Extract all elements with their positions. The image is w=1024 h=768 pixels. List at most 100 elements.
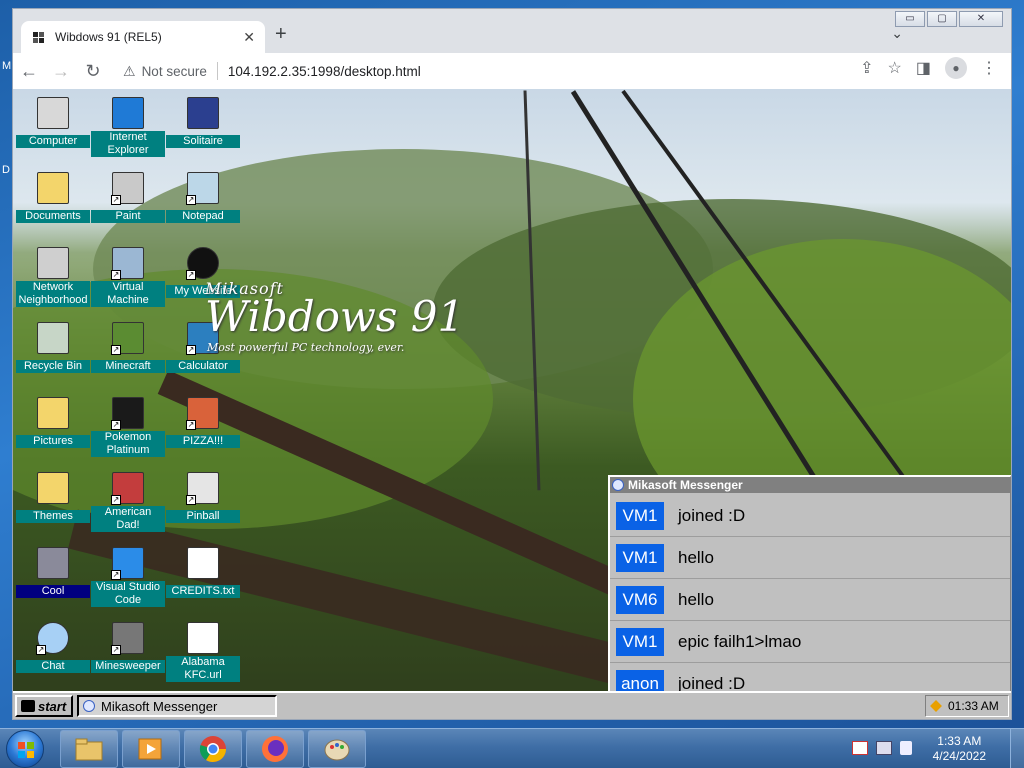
menu-kebab-icon[interactable]: ⋮ (981, 58, 997, 78)
shortcut-arrow-icon: ↗ (186, 495, 196, 505)
desktop-icon-label: Alabama KFC.url (166, 656, 240, 682)
system-tray[interactable]: 01:33 AM (925, 695, 1009, 717)
shortcut-arrow-icon: ↗ (111, 345, 121, 355)
desktop-icon-label: CREDITS.txt (166, 585, 240, 598)
start-button[interactable]: start (15, 695, 73, 717)
minecraft-icon: ↗ (111, 322, 144, 355)
messenger-titlebar[interactable]: Mikasoft Messenger (610, 477, 1010, 493)
messenger-title: Mikasoft Messenger (628, 478, 743, 492)
desktop-icon[interactable]: Recycle Bin (15, 322, 91, 374)
host-clock[interactable]: 1:33 AM 4/24/2022 (933, 734, 986, 764)
wibdows-logo: Mikasoft Wibdows 91 Most powerful PC tec… (205, 279, 464, 354)
shortcut-arrow-icon: ↗ (111, 195, 121, 205)
documents-folder-icon (37, 172, 69, 204)
pinned-explorer[interactable] (60, 730, 118, 768)
desktop-icon[interactable]: ↗ Paint (90, 172, 166, 224)
desktop-icon[interactable]: Cool (15, 547, 91, 599)
messenger-window[interactable]: Mikasoft Messenger VM1 joined :D VM1 hello V… (608, 475, 1011, 697)
taskbar-button-label: Mikasoft Messenger (101, 698, 218, 714)
warning-icon[interactable]: ⚠ (123, 63, 136, 80)
text-file-icon (187, 547, 219, 579)
back-button[interactable]: ← (13, 57, 45, 85)
side-panel-icon[interactable]: ◨ (916, 58, 931, 78)
desktop-icon-label: Minesweeper (91, 660, 165, 673)
action-center-icon[interactable] (852, 741, 868, 755)
computer-icon (37, 97, 69, 129)
shortcut-arrow-icon: ↗ (186, 195, 196, 205)
volume-icon[interactable] (900, 741, 912, 755)
desktop-icon[interactable]: Solitaire (165, 97, 241, 149)
wibdows-favicon-icon (33, 32, 44, 43)
message-row: VM1 joined :D (610, 495, 1010, 537)
bookmark-star-icon[interactable]: ☆ (888, 58, 902, 78)
desktop-icon[interactable]: Computer (15, 97, 91, 149)
shortcut-arrow-icon: ↗ (111, 495, 121, 505)
desktop-icon[interactable]: CREDITS.txt (165, 547, 241, 599)
address-bar[interactable]: ⚠ Not secure 104.192.2.35:1998/desktop.h… (123, 57, 883, 85)
message-list[interactable]: VM1 joined :D VM1 hello VM6 hello VM1 epic fail… (610, 495, 1010, 695)
shortcut-arrow-icon: ↗ (186, 270, 196, 280)
windows-start-orb[interactable] (6, 730, 44, 768)
desktop-icon[interactable]: ↗ Minesweeper (90, 622, 166, 674)
close-window-button[interactable]: ✕ (959, 11, 1003, 27)
desktop-icon[interactable]: ↗ PIZZA!!! (165, 397, 241, 449)
pinned-paint[interactable] (308, 730, 366, 768)
desktop-icon[interactable]: Themes (15, 472, 91, 524)
american-flag-icon: ↗ (111, 472, 144, 505)
paint-icon: ↗ (111, 172, 144, 205)
host-desktop-fragment: D (2, 164, 10, 176)
message-text: joined :D (678, 505, 746, 525)
page-viewport: Computer Internet Explorer Solitaire Docume… (13, 89, 1011, 719)
desktop-icon[interactable]: ↗ Notepad (165, 172, 241, 224)
message-text: hello (678, 547, 714, 567)
browser-tab[interactable]: Wibdows 91 (REL5) ✕ (21, 21, 265, 53)
url-text[interactable]: 104.192.2.35:1998/desktop.html (228, 64, 421, 79)
explorer-icon (75, 738, 103, 761)
reload-button[interactable]: ↻ (77, 57, 109, 85)
pinned-chrome[interactable] (184, 730, 242, 768)
minesweeper-icon: ↗ (111, 622, 144, 655)
show-desktop-button[interactable] (1010, 729, 1024, 768)
desktop-icon[interactable]: Network Neighborhood (15, 247, 91, 308)
desktop-icon[interactable]: ↗ Pokemon Platinum (90, 397, 166, 458)
chat-icon: ↗ (36, 622, 69, 655)
tab-search-icon[interactable]: ⌄ (891, 25, 903, 42)
profile-avatar-icon[interactable]: ● (945, 57, 967, 79)
message-user-badge: VM1 (616, 501, 664, 530)
desktop-icon[interactable]: ↗ Visual Studio Code (90, 547, 166, 608)
desktop-icon[interactable]: ↗ Minecraft (90, 322, 166, 374)
new-tab-button[interactable]: + (275, 23, 287, 46)
host-taskbar: 1:33 AM 4/24/2022 (0, 728, 1024, 768)
desktop-icon[interactable]: Documents (15, 172, 91, 224)
forward-button[interactable]: → (45, 57, 77, 85)
taskbar-messenger-button[interactable]: Mikasoft Messenger (77, 695, 277, 717)
tab-close-icon[interactable]: ✕ (243, 29, 255, 46)
start-logo-icon (21, 700, 35, 712)
desktop-icon[interactable]: ↗ American Dad! (90, 472, 166, 533)
logo-tagline: Most powerful PC technology, ever. (207, 341, 405, 354)
desktop-icon[interactable]: Internet Explorer (90, 97, 166, 158)
maximize-button[interactable]: ▢ (927, 11, 957, 27)
pictures-folder-icon (37, 397, 69, 429)
messenger-icon (612, 479, 624, 491)
desktop-icon[interactable]: Pictures (15, 397, 91, 449)
message-user-badge: VM6 (616, 585, 664, 614)
shortcut-arrow-icon: ↗ (111, 270, 121, 280)
desktop-icon[interactable]: Alabama KFC.url (165, 622, 241, 683)
message-user-badge: VM1 (616, 543, 664, 572)
windows-flag-icon (18, 742, 34, 758)
pinned-firefox[interactable] (246, 730, 304, 768)
desktop-icon[interactable]: ↗ Pinball (165, 472, 241, 524)
network-icon[interactable] (876, 741, 892, 755)
window-controls: ▭ ▢ ✕ (895, 11, 1003, 27)
desktop-icon-label: Paint (91, 210, 165, 223)
internet-explorer-icon (112, 97, 144, 129)
share-icon[interactable]: ⇪ (860, 58, 873, 78)
pinned-media-player[interactable] (122, 730, 180, 768)
desktop-icon-label: Calculator (166, 360, 240, 373)
desktop-icon[interactable]: ↗ Chat (15, 622, 91, 674)
host-desktop-fragment: M (2, 60, 12, 72)
security-status[interactable]: Not secure (142, 64, 207, 79)
wibdows-taskbar: start Mikasoft Messenger 01:33 AM (13, 691, 1011, 719)
desktop-icon[interactable]: ↗ Virtual Machine (90, 247, 166, 308)
